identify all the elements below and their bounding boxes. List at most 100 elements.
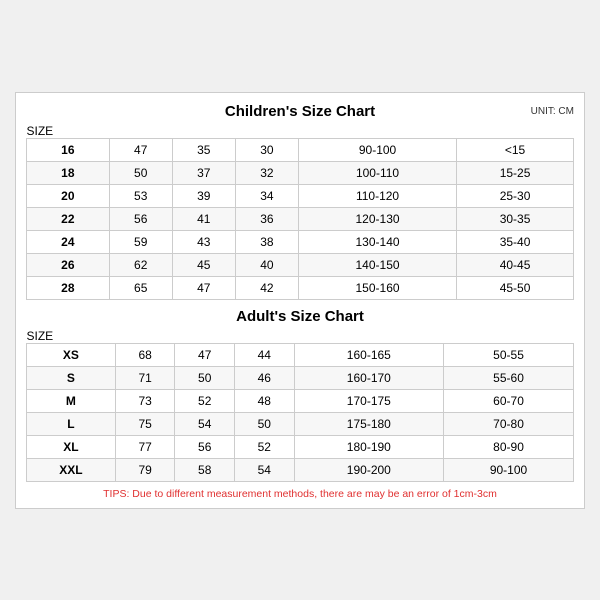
table-cell: 35	[172, 138, 235, 161]
table-cell: 50	[109, 161, 172, 184]
table-cell: 30-35	[457, 207, 574, 230]
table-cell: 68	[115, 343, 175, 366]
table-cell: 50	[235, 412, 295, 435]
table-cell: 45-50	[457, 276, 574, 299]
table-cell: L	[27, 412, 116, 435]
table-cell: 34	[235, 184, 298, 207]
table-cell: 38	[235, 230, 298, 253]
table-cell: 54	[175, 412, 235, 435]
table-cell: 80-90	[444, 435, 574, 458]
table-cell: S	[27, 366, 116, 389]
adult-header-row: SIZE	[27, 329, 574, 344]
adult-section: Adult's Size Chart SIZE XS684744160-1655…	[26, 308, 574, 482]
table-cell: 37	[172, 161, 235, 184]
chart-container: Children's Size Chart UNIT: CM SIZE 1647…	[15, 92, 585, 509]
table-cell: 59	[109, 230, 172, 253]
table-cell: 130-140	[298, 230, 456, 253]
table-cell: 54	[235, 458, 295, 481]
table-cell: 28	[27, 276, 110, 299]
table-cell: 175-180	[294, 412, 443, 435]
adult-title-row: Adult's Size Chart	[26, 308, 574, 325]
tips-row: TIPS: Due to different measurement metho…	[26, 488, 574, 500]
table-cell: 55-60	[444, 366, 574, 389]
table-row: 24594338130-14035-40	[27, 230, 574, 253]
table-cell: 24	[27, 230, 110, 253]
table-cell: 35-40	[457, 230, 574, 253]
table-cell: 45	[172, 253, 235, 276]
table-cell: 42	[235, 276, 298, 299]
table-cell: 26	[27, 253, 110, 276]
table-cell: 36	[235, 207, 298, 230]
table-cell: 16	[27, 138, 110, 161]
table-cell: 25-30	[457, 184, 574, 207]
table-cell: 53	[109, 184, 172, 207]
table-cell: 32	[235, 161, 298, 184]
table-cell: 47	[175, 343, 235, 366]
table-cell: 43	[172, 230, 235, 253]
table-cell: 60-70	[444, 389, 574, 412]
table-row: S715046160-17055-60	[27, 366, 574, 389]
table-cell: 140-150	[298, 253, 456, 276]
table-cell: 70-80	[444, 412, 574, 435]
table-cell: 20	[27, 184, 110, 207]
table-row: 22564136120-13030-35	[27, 207, 574, 230]
table-cell: 44	[235, 343, 295, 366]
table-cell: 120-130	[298, 207, 456, 230]
table-cell: XXL	[27, 458, 116, 481]
table-cell: 50	[175, 366, 235, 389]
table-cell: 62	[109, 253, 172, 276]
table-cell: 39	[172, 184, 235, 207]
table-cell: 73	[115, 389, 175, 412]
table-cell: 160-170	[294, 366, 443, 389]
table-cell: XS	[27, 343, 116, 366]
table-row: 18503732100-11015-25	[27, 161, 574, 184]
table-row: 20533934110-12025-30	[27, 184, 574, 207]
table-row: 1647353090-100<15	[27, 138, 574, 161]
table-cell: 18	[27, 161, 110, 184]
children-table: SIZE 1647353090-100<1518503732100-11015-…	[26, 124, 574, 300]
table-row: 28654742150-16045-50	[27, 276, 574, 299]
unit-label: UNIT: CM	[531, 106, 574, 117]
table-cell: 160-165	[294, 343, 443, 366]
table-cell: 170-175	[294, 389, 443, 412]
table-cell: 150-160	[298, 276, 456, 299]
table-cell: 180-190	[294, 435, 443, 458]
adult-title: Adult's Size Chart	[236, 308, 364, 325]
table-row: XXL795854190-20090-100	[27, 458, 574, 481]
children-title: Children's Size Chart	[225, 103, 375, 120]
table-cell: 46	[235, 366, 295, 389]
table-cell: 77	[115, 435, 175, 458]
tips-text: TIPS: Due to different measurement metho…	[103, 488, 497, 500]
table-cell: 22	[27, 207, 110, 230]
table-cell: 65	[109, 276, 172, 299]
table-cell: 90-100	[444, 458, 574, 481]
table-cell: <15	[457, 138, 574, 161]
table-cell: 41	[172, 207, 235, 230]
table-cell: 30	[235, 138, 298, 161]
table-row: 26624540140-15040-45	[27, 253, 574, 276]
table-cell: 50-55	[444, 343, 574, 366]
table-cell: 190-200	[294, 458, 443, 481]
table-row: XL775652180-19080-90	[27, 435, 574, 458]
table-cell: 47	[109, 138, 172, 161]
table-cell: 71	[115, 366, 175, 389]
children-title-row: Children's Size Chart UNIT: CM	[26, 103, 574, 120]
table-cell: 15-25	[457, 161, 574, 184]
table-cell: 75	[115, 412, 175, 435]
table-cell: 90-100	[298, 138, 456, 161]
table-cell: 40	[235, 253, 298, 276]
table-cell: 79	[115, 458, 175, 481]
table-row: M735248170-17560-70	[27, 389, 574, 412]
table-cell: 100-110	[298, 161, 456, 184]
table-cell: M	[27, 389, 116, 412]
table-cell: 58	[175, 458, 235, 481]
children-header-row: SIZE	[27, 124, 574, 139]
table-row: XS684744160-16550-55	[27, 343, 574, 366]
table-row: L755450175-18070-80	[27, 412, 574, 435]
adult-table: SIZE XS684744160-16550-55S715046160-1705…	[26, 329, 574, 482]
table-cell: 40-45	[457, 253, 574, 276]
table-cell: 110-120	[298, 184, 456, 207]
table-cell: 56	[109, 207, 172, 230]
table-cell: 52	[235, 435, 295, 458]
table-cell: 52	[175, 389, 235, 412]
